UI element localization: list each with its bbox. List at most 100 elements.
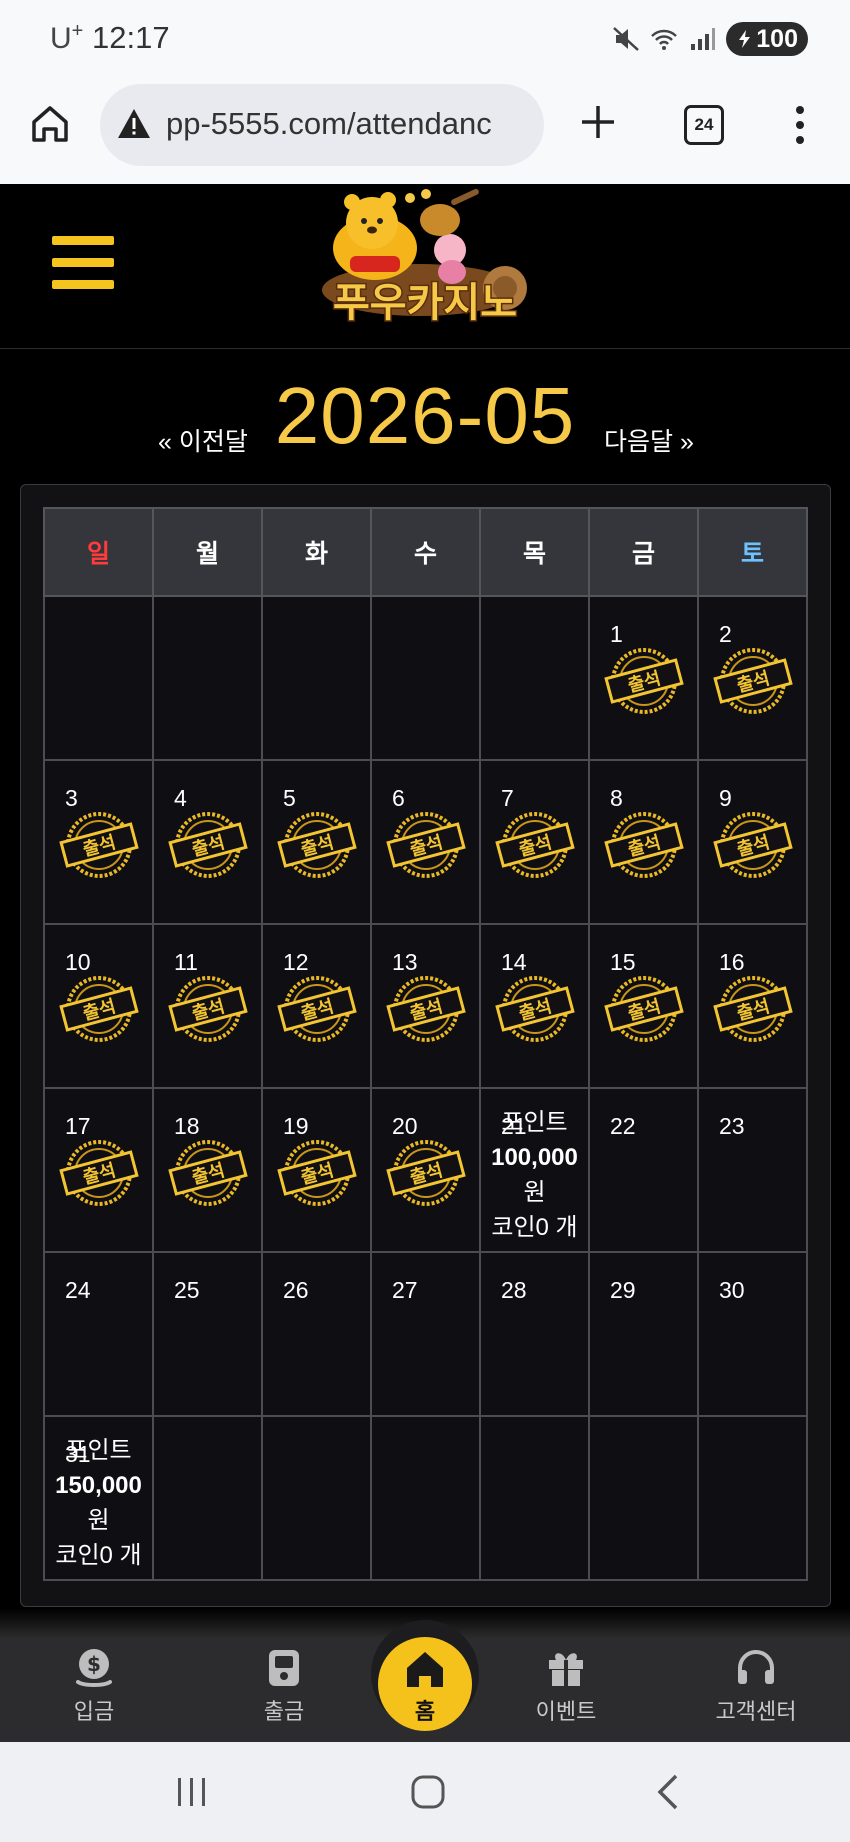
attendance-stamp-icon: 출석 bbox=[59, 812, 139, 878]
calendar-day-cell[interactable]: 20 출석 bbox=[370, 1087, 481, 1253]
calendar-day-cell[interactable]: 21 포인트 100,000 원 코인0 개 bbox=[479, 1087, 590, 1253]
url-text[interactable]: pp-5555.com/attendanc bbox=[166, 106, 492, 142]
home-icon[interactable] bbox=[28, 102, 72, 146]
calendar-empty-cell bbox=[370, 595, 481, 761]
weekday-sun: 일 bbox=[43, 507, 154, 597]
calendar-day-cell[interactable]: 22 bbox=[588, 1087, 699, 1253]
nav-support[interactable]: 고객센터 bbox=[686, 1646, 826, 1726]
calendar-day-cell[interactable]: 5 출석 bbox=[261, 759, 372, 925]
gift-icon bbox=[549, 1653, 583, 1686]
back-icon[interactable] bbox=[650, 1772, 690, 1812]
calendar-day-cell[interactable]: 17 출석 bbox=[43, 1087, 154, 1253]
day-number: 29 bbox=[610, 1277, 636, 1303]
calendar-day-cell[interactable]: 2 출석 bbox=[697, 595, 808, 761]
site-header: 푸우카지노 bbox=[0, 184, 850, 349]
site-logo[interactable]: 푸우카지노 bbox=[300, 188, 550, 340]
calendar-day-cell[interactable]: 30 bbox=[697, 1251, 808, 1417]
calendar-day-cell[interactable]: 14 출석 bbox=[479, 923, 590, 1089]
calendar-day-cell[interactable]: 3 출석 bbox=[43, 759, 154, 925]
attendance-stamp-icon: 출석 bbox=[495, 976, 575, 1042]
attendance-stamp-icon: 출석 bbox=[713, 648, 793, 714]
attendance-stamp-icon: 출석 bbox=[277, 812, 357, 878]
day-number: 3 bbox=[65, 785, 78, 811]
withdraw-icon bbox=[269, 1650, 299, 1686]
calendar-day-cell[interactable]: 7 출석 bbox=[479, 759, 590, 925]
calendar-grid: 일 월 화 수 목 금 토 1 출석 2 출석 3 출석 4 출석 5 출석 6 출석 7 출석 8 출석 9 출… bbox=[43, 507, 808, 1581]
recent-apps-icon[interactable] bbox=[172, 1772, 212, 1812]
reward-info: 포인트 100,000 원 코인0 개 bbox=[481, 1105, 588, 1245]
calendar-day-cell[interactable]: 8 출석 bbox=[588, 759, 699, 925]
clock: 12:17 bbox=[92, 20, 170, 55]
calendar-week-row: 1 출석 2 출석 bbox=[43, 595, 808, 761]
calendar-day-cell[interactable]: 11 출석 bbox=[152, 923, 263, 1089]
nav-withdraw[interactable]: 출금 bbox=[214, 1646, 354, 1726]
reward-coin: 코인0 개 bbox=[491, 1214, 578, 1241]
calendar-day-cell[interactable]: 18 출석 bbox=[152, 1087, 263, 1253]
status-bar: U+ 12:17 100 bbox=[0, 0, 850, 78]
calendar-day-cell[interactable]: 10 출석 bbox=[43, 923, 154, 1089]
calendar-day-cell[interactable]: 6 출석 bbox=[370, 759, 481, 925]
nav-home[interactable]: 홈 bbox=[378, 1637, 472, 1731]
day-number: 18 bbox=[174, 1113, 200, 1139]
calendar-day-cell[interactable]: 12 출석 bbox=[261, 923, 372, 1089]
calendar-day-cell[interactable]: 9 출석 bbox=[697, 759, 808, 925]
warning-icon[interactable] bbox=[116, 106, 152, 142]
battery-icon bbox=[739, 30, 751, 48]
calendar-empty-cell bbox=[152, 1415, 263, 1581]
reward-unit: 원 bbox=[87, 1507, 110, 1534]
day-number: 30 bbox=[719, 1277, 745, 1303]
signal-icon bbox=[691, 28, 716, 50]
attendance-stamp-icon: 출석 bbox=[386, 812, 466, 878]
day-number: 14 bbox=[501, 949, 527, 975]
weekday-sat: 토 bbox=[697, 507, 808, 597]
calendar-day-cell[interactable]: 24 bbox=[43, 1251, 154, 1417]
attendance-stamp-icon: 출석 bbox=[713, 976, 793, 1042]
address-bar[interactable]: pp-5555.com/attendanc bbox=[100, 84, 544, 166]
nav-home-label: 홈 bbox=[414, 1699, 436, 1724]
calendar-day-cell[interactable]: 15 출석 bbox=[588, 923, 699, 1089]
day-number: 16 bbox=[719, 949, 745, 975]
weekday-wed: 수 bbox=[370, 507, 481, 597]
calendar-day-cell[interactable]: 28 bbox=[479, 1251, 590, 1417]
day-number: 28 bbox=[501, 1277, 527, 1303]
battery-indicator: 100 bbox=[726, 22, 808, 56]
calendar-day-cell[interactable]: 31 포인트 150,000 원 코인0 개 bbox=[43, 1415, 154, 1581]
month-navigation: « 이전달 2026-05 다음달 » bbox=[0, 370, 850, 470]
nav-withdraw-label: 출금 bbox=[263, 1699, 305, 1724]
calendar-day-cell[interactable]: 25 bbox=[152, 1251, 263, 1417]
attendance-stamp-icon: 출석 bbox=[168, 812, 248, 878]
wifi-icon bbox=[651, 29, 678, 50]
nav-event[interactable]: 이벤트 bbox=[496, 1646, 636, 1726]
calendar-day-cell[interactable]: 26 bbox=[261, 1251, 372, 1417]
calendar-day-cell[interactable]: 19 출석 bbox=[261, 1087, 372, 1253]
plus-icon[interactable] bbox=[578, 102, 618, 142]
calendar-day-cell[interactable]: 27 bbox=[370, 1251, 481, 1417]
calendar-week-row: 31 포인트 150,000 원 코인0 개 bbox=[43, 1415, 808, 1581]
calendar-day-cell[interactable]: 13 출석 bbox=[370, 923, 481, 1089]
nav-deposit[interactable]: $ 입금 bbox=[24, 1646, 164, 1726]
more-vert-icon[interactable] bbox=[790, 104, 810, 146]
calendar-empty-cell bbox=[43, 595, 154, 761]
day-number: 11 bbox=[174, 949, 198, 975]
system-home-icon[interactable] bbox=[408, 1772, 448, 1812]
calendar-day-cell[interactable]: 23 bbox=[697, 1087, 808, 1253]
calendar-day-cell[interactable]: 4 출석 bbox=[152, 759, 263, 925]
day-number: 8 bbox=[610, 785, 623, 811]
day-number: 5 bbox=[283, 785, 296, 811]
weekday-mon: 월 bbox=[152, 507, 263, 597]
logo-text: 푸우카지노 bbox=[333, 280, 517, 326]
calendar-day-cell[interactable]: 16 출석 bbox=[697, 923, 808, 1089]
day-number: 9 bbox=[719, 785, 732, 811]
attendance-stamp-icon: 출석 bbox=[168, 1140, 248, 1206]
calendar-empty-cell bbox=[152, 595, 263, 761]
hamburger-icon[interactable] bbox=[52, 236, 114, 294]
tab-count-button[interactable]: 24 bbox=[684, 105, 724, 145]
calendar-day-cell[interactable]: 29 bbox=[588, 1251, 699, 1417]
attendance-calendar: 일 월 화 수 목 금 토 1 출석 2 출석 3 출석 4 출석 5 출석 6 출석 7 출석 8 출석 9 출… bbox=[20, 484, 831, 1607]
next-month-link[interactable]: 다음달 » bbox=[604, 422, 694, 458]
day-number: 20 bbox=[392, 1113, 418, 1139]
calendar-week-row: 17 출석 18 출석 19 출석 20 출석 21 포인트 100,000 원 코인0 개 22 23 bbox=[43, 1087, 808, 1253]
weekday-tue: 화 bbox=[261, 507, 372, 597]
system-nav-bar bbox=[0, 1742, 850, 1842]
calendar-day-cell[interactable]: 1 출석 bbox=[588, 595, 699, 761]
